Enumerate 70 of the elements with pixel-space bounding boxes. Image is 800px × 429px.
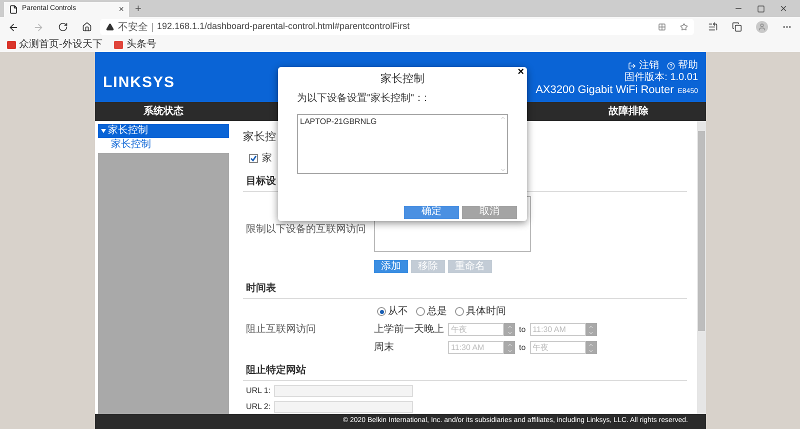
sidebar-item[interactable]: 家长控制 — [98, 138, 229, 152]
back-icon[interactable] — [8, 22, 19, 32]
dialog-prompt: 为以下设备设置"家长控制"：: — [297, 92, 428, 106]
up-caret-icon — [506, 342, 512, 348]
new-tab-button[interactable]: + — [135, 4, 142, 15]
close-button[interactable]: × — [518, 67, 524, 78]
dialog-title: 家长控制 — [380, 72, 426, 87]
dialog-button[interactable]: 确定 — [404, 206, 459, 218]
caret-icon — [101, 129, 106, 133]
brand-logo: LINKSYS — [103, 72, 176, 92]
section-title: 目标设 — [246, 174, 276, 189]
home-icon[interactable] — [82, 22, 92, 32]
firmware-version: 固件版本: 1.0.01 — [624, 73, 698, 83]
time-label: 上学前一天晚上 — [374, 322, 445, 337]
checkbox[interactable] — [249, 154, 258, 163]
section-title: 阻止特定网站 — [246, 363, 306, 378]
url-label: URL 2: — [246, 401, 271, 413]
bookmark-link[interactable]: 众测首页-外设天下 — [19, 40, 102, 50]
star-icon[interactable] — [680, 23, 688, 31]
device-textarea[interactable]: LAPTOP-21GBRNLG — [297, 114, 508, 174]
radio-button[interactable] — [416, 307, 425, 316]
warning-icon — [106, 23, 114, 31]
url-text: 192.168.1.1/dashboard-parental-control.html#parentcontrolFirst — [156, 20, 410, 34]
row-label: 限制以下设备的互联网访问 — [246, 222, 367, 237]
checkbox-label: 家 — [262, 152, 272, 166]
up-caret-icon — [588, 342, 594, 348]
collections-icon[interactable] — [732, 22, 742, 32]
maximize-icon[interactable] — [757, 4, 765, 12]
refresh-icon[interactable] — [58, 22, 68, 32]
radio-label: 总是 — [427, 304, 447, 319]
textarea-scrollbar[interactable] — [499, 114, 507, 172]
radio-label: 具体时间 — [466, 304, 506, 319]
help-icon — [667, 62, 675, 70]
close-icon[interactable] — [779, 4, 788, 13]
up-caret-icon — [506, 324, 512, 330]
favorites-icon[interactable] — [708, 22, 718, 32]
page-icon — [9, 5, 18, 14]
down-caret-icon — [506, 330, 512, 336]
page-title: 家长控 — [243, 130, 276, 145]
to-label: to — [519, 342, 526, 354]
row-label: 阻止互联网访问 — [246, 322, 317, 337]
nav-tab[interactable]: 故障排除 — [560, 104, 697, 119]
radio-button[interactable] — [377, 307, 386, 316]
time-label: 周末 — [374, 340, 395, 355]
sidebar-group[interactable]: 家长控制 — [98, 124, 229, 138]
security-label: 不安全 — [118, 20, 148, 34]
model-name: AX3200 Gigabit WiFi Router — [536, 85, 674, 96]
logout-icon — [628, 62, 636, 70]
header-link[interactable]: 注销 — [639, 61, 659, 71]
scrollbar[interactable] — [697, 121, 706, 414]
to-label: to — [519, 324, 526, 336]
nav-tab[interactable]: 系统状态 — [95, 104, 232, 119]
down-caret-icon — [588, 348, 594, 354]
url-field[interactable] — [274, 401, 413, 413]
down-caret-icon — [500, 166, 506, 172]
up-caret-icon — [500, 114, 506, 120]
bookmark-link[interactable]: 头条号 — [126, 40, 156, 50]
address-bar[interactable]: 不安全 192.168.1.1/dashboard-parental-control.html#parentcontrolFirst — [100, 19, 694, 35]
url-field[interactable] — [274, 385, 413, 397]
down-caret-icon — [588, 330, 594, 336]
down-caret-icon — [506, 348, 512, 354]
url-label: URL 1: — [246, 385, 271, 397]
section-title: 时间表 — [246, 282, 276, 296]
radio-label: 从不 — [388, 304, 408, 319]
action-button[interactable]: 添加 — [374, 260, 408, 273]
radio-button[interactable] — [455, 307, 464, 316]
profile-avatar[interactable] — [756, 21, 768, 33]
header-link[interactable]: 帮助 — [678, 61, 698, 71]
up-caret-icon — [588, 324, 594, 330]
close-tab-button[interactable]: × — [118, 5, 124, 14]
